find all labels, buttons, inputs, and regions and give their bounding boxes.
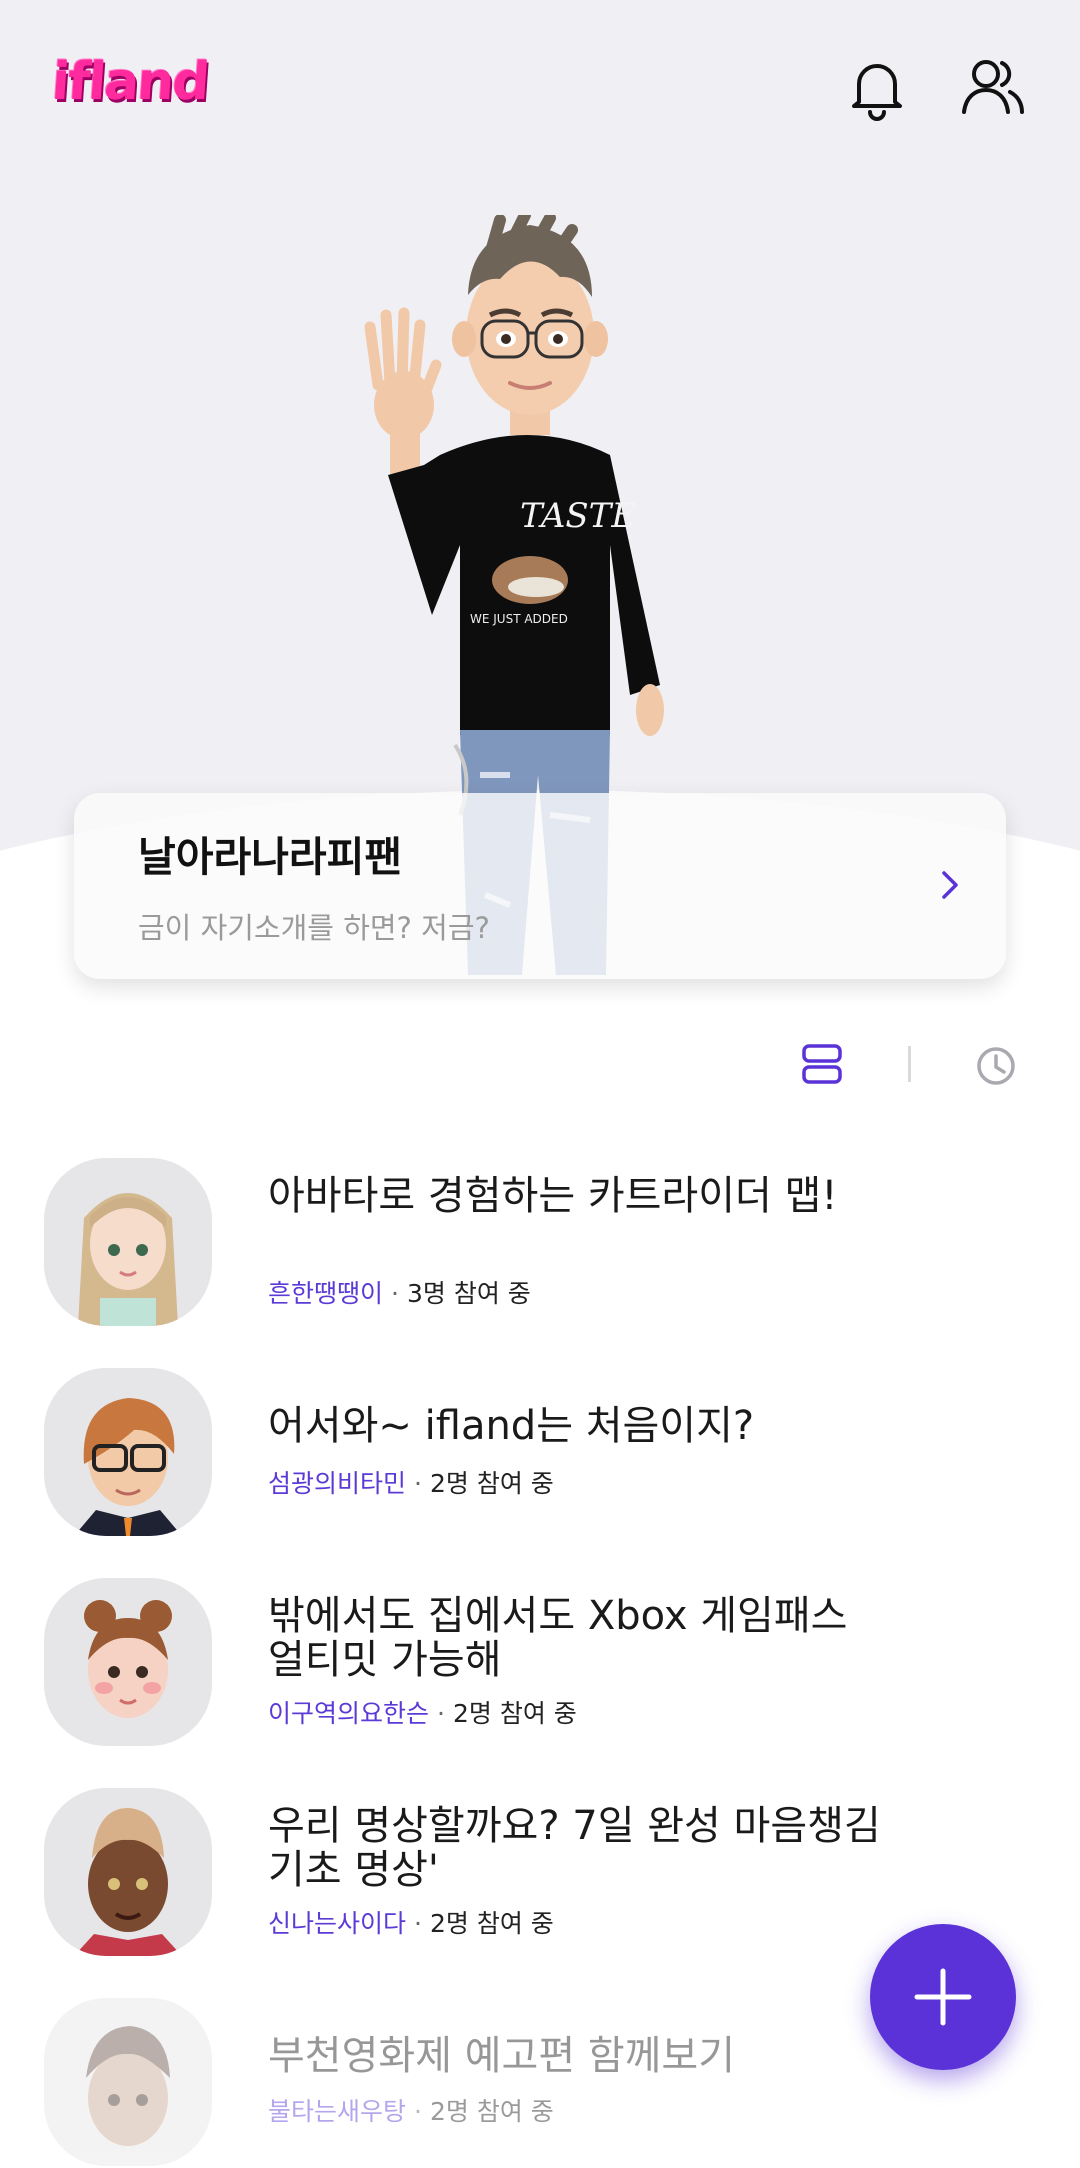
- room-host-name: 신나는사이다: [268, 1909, 407, 1938]
- plus-icon: [914, 1968, 972, 2026]
- meta-separator: ·: [391, 1279, 399, 1308]
- room-meta: 신나는사이다 · 2명 참여 중: [268, 1904, 554, 1940]
- room-host-name: 섬광의비타민: [268, 1469, 407, 1498]
- room-host-name: 흔한땡땡이: [268, 1279, 384, 1308]
- room-host-avatar: [44, 1158, 212, 1326]
- room-title: 밖에서도 집에서도 Xbox 게임패스 얼티밋 가능해: [268, 1593, 848, 1683]
- meta-separator: ·: [437, 1699, 445, 1728]
- room-participants: 2명 참여 중: [429, 1909, 554, 1938]
- room-participants: 3명 참여 중: [406, 1279, 531, 1308]
- svg-text:WE JUST ADDED: WE JUST ADDED: [470, 612, 568, 626]
- room-title: 어서와~ ifland는 처음이지?: [268, 1403, 755, 1449]
- ifland-logo[interactable]: ifland: [50, 52, 210, 112]
- room-host-avatar: [44, 1578, 212, 1746]
- profile-bio: 금이 자기소개를 하면? 저금?: [138, 911, 490, 945]
- meta-separator: ·: [414, 1909, 422, 1938]
- meta-separator: ·: [414, 2097, 422, 2126]
- friends-icon[interactable]: [958, 52, 1028, 122]
- room-host-name: 불타는새우탕: [268, 2097, 407, 2126]
- create-room-button[interactable]: [870, 1924, 1016, 2070]
- clock-icon[interactable]: [974, 1044, 1018, 1088]
- list-view-icon[interactable]: [800, 1042, 844, 1086]
- chevron-right-icon[interactable]: [930, 865, 970, 905]
- room-meta: 흔한땡땡이 · 3명 참여 중: [268, 1274, 531, 1310]
- room-participants: 2명 참여 중: [429, 1469, 554, 1498]
- room-host-avatar: [44, 1998, 212, 2166]
- bell-icon[interactable]: [842, 52, 912, 122]
- svg-text:TASTE: TASTE: [520, 496, 636, 536]
- room-meta: 섬광의비타민 · 2명 참여 중: [268, 1464, 554, 1500]
- room-item[interactable]: 밖에서도 집에서도 Xbox 게임패스 얼티밋 가능해 이구역의요한슨 · 2명 참…: [0, 1578, 1080, 1748]
- profile-nickname: 날아라나라피팬: [138, 833, 403, 881]
- room-meta: 이구역의요한슨 · 2명 참여 중: [268, 1694, 577, 1730]
- room-title: 우리 명상할까요? 7일 완성 마음챙김 기초 명상': [268, 1803, 881, 1893]
- controls-divider: [908, 1046, 911, 1082]
- room-title: 부천영화제 예고편 함께보기: [268, 2033, 736, 2079]
- room-host-avatar: [44, 1368, 212, 1536]
- room-participants: 2명 참여 중: [429, 2097, 554, 2126]
- room-item[interactable]: 아바타로 경험하는 카트라이더 맵! 흔한땡땡이 · 3명 참여 중: [0, 1158, 1080, 1328]
- room-host-avatar: [44, 1788, 212, 1956]
- meta-separator: ·: [414, 1469, 422, 1498]
- room-title: 아바타로 경험하는 카트라이더 맵!: [268, 1173, 838, 1219]
- room-participants: 2명 참여 중: [452, 1699, 577, 1728]
- profile-card[interactable]: 날아라나라피팬 금이 자기소개를 하면? 저금?: [74, 793, 1006, 979]
- room-item[interactable]: 어서와~ ifland는 처음이지? 섬광의비타민 · 2명 참여 중: [0, 1368, 1080, 1538]
- room-host-name: 이구역의요한슨: [268, 1699, 430, 1728]
